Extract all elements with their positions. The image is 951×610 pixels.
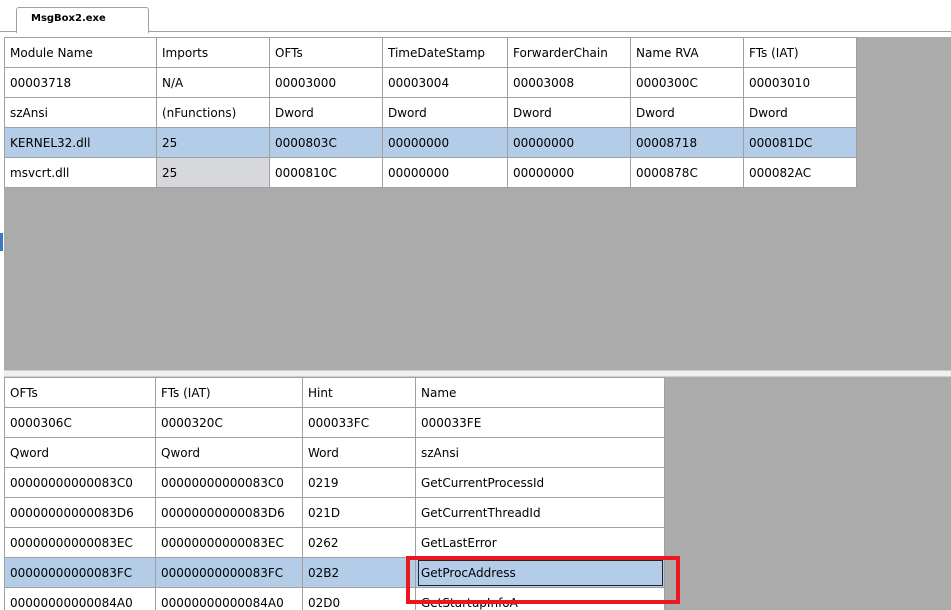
fts-cell[interactable]: 00000000000083EC — [155, 527, 303, 558]
column-header[interactable]: FTs (IAT) — [743, 37, 857, 68]
offset-cell[interactable]: 00003008 — [507, 67, 631, 98]
tab-strip: MsgBox2.exe — [0, 0, 951, 33]
offset-cell[interactable]: 0000300C — [630, 67, 744, 98]
column-header[interactable]: Name — [415, 377, 665, 408]
imports-cell[interactable]: 25 — [156, 127, 270, 158]
forwarderchain-cell[interactable]: 00000000 — [507, 127, 631, 158]
function-name-cell[interactable]: GetCurrentThreadId — [415, 497, 665, 528]
name-rva-cell[interactable]: 00008718 — [630, 127, 744, 158]
column-header[interactable]: Hint — [302, 377, 416, 408]
panel-splitter[interactable] — [4, 370, 951, 377]
table-row[interactable]: 00000000000083EC 00000000000083EC 0262 G… — [4, 527, 665, 558]
table-row[interactable]: 00000000000083D6 00000000000083D6 021D G… — [4, 497, 665, 528]
fts-cell[interactable]: 00000000000083D6 — [155, 497, 303, 528]
offset-cell[interactable]: 000033FE — [415, 407, 665, 438]
type-cell[interactable]: szAnsi — [4, 97, 157, 128]
timedatestamp-cell[interactable]: 00000000 — [382, 127, 508, 158]
type-cell[interactable]: Word — [302, 437, 416, 468]
function-name-cell[interactable]: GetStartupInfoA — [415, 587, 665, 610]
imports-cell[interactable]: 25 — [156, 157, 270, 188]
type-cell[interactable]: Dword — [507, 97, 631, 128]
ofts-cell[interactable]: 00000000000083D6 — [4, 497, 156, 528]
header-row: Module Name Imports OFTs TimeDateStamp F… — [4, 37, 857, 68]
table-row[interactable]: msvcrt.dll 25 0000810C 00000000 00000000… — [4, 157, 857, 188]
type-cell[interactable]: Dword — [630, 97, 744, 128]
hint-cell[interactable]: 02D0 — [302, 587, 416, 610]
offset-cell[interactable]: 000033FC — [302, 407, 416, 438]
fts-cell[interactable]: 00000000000083FC — [155, 557, 303, 588]
name-rva-cell[interactable]: 0000878C — [630, 157, 744, 188]
table-row[interactable]: 00000000000083FC 00000000000083FC 02B2 G… — [4, 557, 665, 588]
column-header[interactable]: OFTs — [4, 377, 156, 408]
column-header[interactable]: FTs (IAT) — [155, 377, 303, 408]
fts-cell[interactable]: 00000000000084A0 — [155, 587, 303, 610]
table-row[interactable]: 00000000000083C0 00000000000083C0 0219 G… — [4, 467, 665, 498]
type-row: Qword Qword Word szAnsi — [4, 437, 665, 468]
type-cell[interactable]: Qword — [4, 437, 156, 468]
ofts-cell[interactable]: 00000000000083EC — [4, 527, 156, 558]
ofts-cell[interactable]: 00000000000083FC — [4, 557, 156, 588]
column-header[interactable]: Imports — [156, 37, 270, 68]
import-directory-panel: Module Name Imports OFTs TimeDateStamp F… — [4, 37, 951, 370]
fts-cell[interactable]: 000081DC — [743, 127, 857, 158]
tab-divider — [148, 31, 951, 32]
hint-cell[interactable]: 021D — [302, 497, 416, 528]
table-row[interactable]: KERNEL32.dll 25 0000803C 00000000 000000… — [4, 127, 857, 158]
function-name-cell[interactable]: GetProcAddress — [415, 557, 665, 588]
ofts-cell[interactable]: 00000000000083C0 — [4, 467, 156, 498]
tab-divider — [0, 31, 16, 32]
column-header[interactable]: OFTs — [269, 37, 383, 68]
imported-functions-panel: OFTs FTs (IAT) Hint Name 0000306C 000032… — [4, 377, 951, 610]
offset-cell[interactable]: 00003004 — [382, 67, 508, 98]
ofts-cell[interactable]: 0000803C — [269, 127, 383, 158]
type-cell[interactable]: Dword — [269, 97, 383, 128]
forwarderchain-cell[interactable]: 00000000 — [507, 157, 631, 188]
hint-cell[interactable]: 0262 — [302, 527, 416, 558]
table-row[interactable]: 00000000000084A0 00000000000084A0 02D0 G… — [4, 587, 665, 610]
type-cell[interactable]: Dword — [382, 97, 508, 128]
offset-cell[interactable]: 00003718 — [4, 67, 157, 98]
offset-row: 00003718 N/A 00003000 00003004 00003008 … — [4, 67, 857, 98]
column-header[interactable]: Module Name — [4, 37, 157, 68]
ofts-cell[interactable]: 00000000000084A0 — [4, 587, 156, 610]
module-name-cell[interactable]: KERNEL32.dll — [4, 127, 157, 158]
offset-row: 0000306C 0000320C 000033FC 000033FE — [4, 407, 665, 438]
column-header[interactable]: Name RVA — [630, 37, 744, 68]
column-header[interactable]: ForwarderChain — [507, 37, 631, 68]
type-cell[interactable]: (nFunctions) — [156, 97, 270, 128]
header-row: OFTs FTs (IAT) Hint Name — [4, 377, 665, 408]
offset-cell[interactable]: 00003000 — [269, 67, 383, 98]
function-name-cell[interactable]: GetCurrentProcessId — [415, 467, 665, 498]
imported-functions-table: OFTs FTs (IAT) Hint Name 0000306C 000032… — [4, 377, 665, 610]
ofts-cell[interactable]: 0000810C — [269, 157, 383, 188]
offset-cell[interactable]: 0000320C — [155, 407, 303, 438]
type-row: szAnsi (nFunctions) Dword Dword Dword Dw… — [4, 97, 857, 128]
type-cell[interactable]: Qword — [155, 437, 303, 468]
module-name-cell[interactable]: msvcrt.dll — [4, 157, 157, 188]
function-name-cell[interactable]: GetLastError — [415, 527, 665, 558]
fts-cell[interactable]: 000082AC — [743, 157, 857, 188]
hint-cell[interactable]: 0219 — [302, 467, 416, 498]
tab-msgbox2[interactable]: MsgBox2.exe — [16, 7, 149, 33]
edge-marker — [0, 233, 3, 251]
column-header[interactable]: TimeDateStamp — [382, 37, 508, 68]
fts-cell[interactable]: 00000000000083C0 — [155, 467, 303, 498]
offset-cell[interactable]: 0000306C — [4, 407, 156, 438]
import-directory-table: Module Name Imports OFTs TimeDateStamp F… — [4, 37, 857, 188]
tab-label: MsgBox2.exe — [31, 13, 106, 24]
hint-cell[interactable]: 02B2 — [302, 557, 416, 588]
type-cell[interactable]: Dword — [743, 97, 857, 128]
type-cell[interactable]: szAnsi — [415, 437, 665, 468]
offset-cell[interactable]: 00003010 — [743, 67, 857, 98]
timedatestamp-cell[interactable]: 00000000 — [382, 157, 508, 188]
offset-cell[interactable]: N/A — [156, 67, 270, 98]
